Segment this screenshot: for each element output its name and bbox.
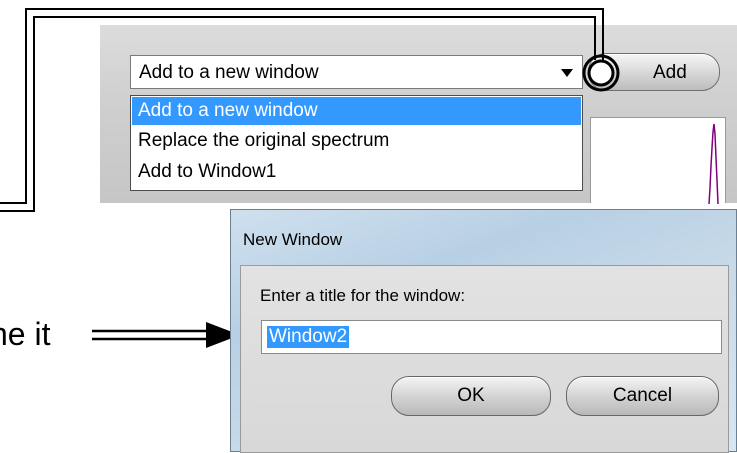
cancel-button[interactable]: Cancel bbox=[566, 376, 719, 416]
dialog-body: Enter a title for the window: Window2 OK… bbox=[240, 265, 729, 453]
spectrum-line bbox=[708, 123, 719, 205]
dropdown-arrow-icon[interactable] bbox=[556, 62, 578, 84]
instruction-caption: ne it bbox=[0, 316, 51, 352]
new-window-dialog: New Window Enter a title for the window:… bbox=[230, 209, 737, 453]
combo-value: Add to a new window bbox=[139, 62, 319, 83]
dropdown-option-window1[interactable]: Add to Window1 bbox=[132, 158, 581, 186]
add-button[interactable]: Add bbox=[588, 53, 720, 91]
arrow-right-icon bbox=[92, 322, 240, 348]
spectrum-plot-area bbox=[590, 117, 726, 205]
window-title-input[interactable]: Window2 bbox=[261, 320, 722, 354]
toolbar-panel: Add to a new window Add Add to a new win… bbox=[100, 25, 737, 205]
dropdown-option-new-window[interactable]: Add to a new window bbox=[132, 97, 581, 125]
add-button-label: Add bbox=[653, 62, 687, 83]
ok-button[interactable]: OK bbox=[391, 376, 551, 416]
destination-combobox[interactable]: Add to a new window bbox=[130, 55, 583, 89]
window-title-input-value: Window2 bbox=[267, 326, 350, 348]
dialog-title: New Window bbox=[243, 230, 343, 249]
destination-dropdown-list: Add to a new window Replace the original… bbox=[130, 95, 583, 191]
dropdown-option-replace-spectrum[interactable]: Replace the original spectrum bbox=[132, 127, 581, 155]
window-title-prompt: Enter a title for the window: bbox=[260, 286, 466, 305]
